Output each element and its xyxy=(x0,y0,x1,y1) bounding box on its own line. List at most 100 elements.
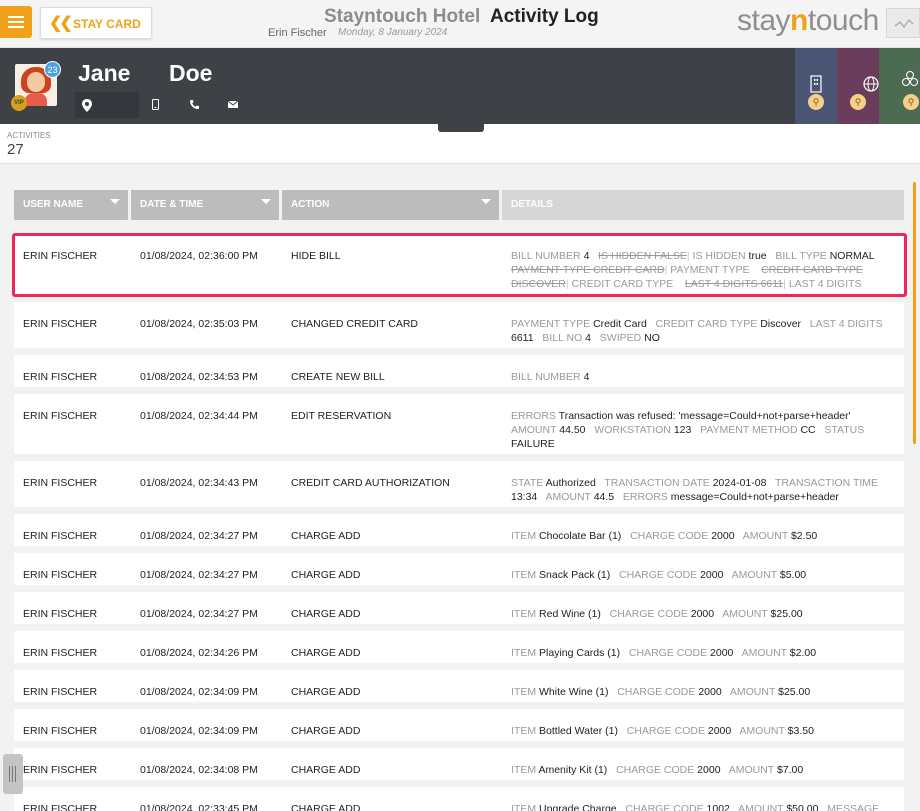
activity-log-page: ❮❮ STAY CARD Stayntouch Hotel Activity L… xyxy=(0,0,920,811)
detail-key: CHARGE CODE xyxy=(617,686,696,698)
detail-value: 4 xyxy=(585,332,592,344)
detail-value: Snack Pack (1) xyxy=(539,569,611,581)
detail-value: 4 xyxy=(583,371,590,383)
cell-user-name: ERIN FISCHER xyxy=(23,250,98,262)
table-row[interactable]: ERIN FISCHER 01/08/2024, 02:34:53 PM CREAT… xyxy=(14,355,904,387)
top-bar: ❮❮ STAY CARD Stayntouch Hotel Activity L… xyxy=(0,0,920,48)
table-row[interactable]: ERIN FISCHER 01/08/2024, 02:34:08 PM CHARG… xyxy=(14,748,904,780)
cluster-icon xyxy=(901,70,919,87)
detail-key: PAYMENT TYPE xyxy=(670,264,750,276)
activities-label: ACTIVITIES xyxy=(7,131,51,140)
detail-value: 2000 xyxy=(710,647,734,659)
menu-icon-bar xyxy=(8,26,24,28)
share-tab[interactable]: ⚲ xyxy=(879,48,920,124)
search-icon: ⚲ xyxy=(903,94,919,110)
table-row[interactable]: ERIN FISCHER 01/08/2024, 02:34:09 PM CHARG… xyxy=(14,670,904,702)
column-header-user-name[interactable]: USER NAME xyxy=(14,190,128,220)
cell-action: CHARGE ADD xyxy=(291,764,361,776)
table-row[interactable]: ERIN FISCHER 01/08/2024, 02:34:43 PM CREDI… xyxy=(14,461,904,507)
column-header-action[interactable]: ACTION xyxy=(282,190,499,220)
table-row[interactable]: ERIN FISCHER 01/08/2024, 02:34:27 PM CHARG… xyxy=(14,514,904,546)
cell-action: CHARGE ADD xyxy=(291,803,361,811)
detail-key: LAST 4 DIGITS xyxy=(788,278,862,290)
cell-details: ERRORS Transaction was refused: 'message… xyxy=(511,409,899,451)
table-row[interactable]: ERIN FISCHER 01/08/2024, 02:35:03 PM CHANG… xyxy=(14,302,904,348)
search-icon: ⚲ xyxy=(850,94,866,110)
detail-value: 2000 xyxy=(690,608,715,620)
detail-value: 123 xyxy=(673,424,692,436)
room-tab[interactable]: ⚲ xyxy=(795,48,837,124)
detail-key: ERRORS xyxy=(511,410,556,422)
column-header-details: DETAILS xyxy=(502,190,904,220)
detail-separator: | xyxy=(783,278,786,290)
menu-icon-bar xyxy=(8,21,24,23)
detail-key: LAST 4 DIGITS xyxy=(809,318,883,330)
detail-key: PAYMENT METHOD xyxy=(700,424,798,436)
table-row[interactable]: ERIN FISCHER 01/08/2024, 02:34:27 PM CHARG… xyxy=(14,592,904,624)
column-header-label: DATE & TIME xyxy=(140,199,204,210)
cell-date-time: 01/08/2024, 02:34:26 PM xyxy=(140,647,258,659)
cell-details: ITEM Bottled Water (1) CHARGE CODE 2000 … xyxy=(511,724,899,738)
detail-value: Authorized xyxy=(545,477,596,489)
chevron-down-icon xyxy=(110,199,120,204)
cell-date-time: 01/08/2024, 02:34:27 PM xyxy=(140,608,258,620)
cell-details: ITEM Snack Pack (1) CHARGE CODE 2000 AMO… xyxy=(511,568,899,582)
table-row[interactable]: ERIN FISCHER 01/08/2024, 02:34:44 PM EDIT … xyxy=(14,394,904,454)
mobile-icon[interactable] xyxy=(152,99,159,110)
cell-date-time: 01/08/2024, 02:34:09 PM xyxy=(140,686,258,698)
building-icon xyxy=(810,75,822,93)
table-row[interactable]: ERIN FISCHER 01/08/2024, 02:34:09 PM CHARG… xyxy=(14,709,904,741)
header-pull-tab[interactable] xyxy=(438,122,484,132)
table-row[interactable]: ERIN FISCHER 01/08/2024, 02:33:45 PM CHARG… xyxy=(14,787,904,811)
cell-user-name: ERIN FISCHER xyxy=(23,608,98,620)
column-header-label: USER NAME xyxy=(23,199,84,210)
cell-date-time: 01/08/2024, 02:34:53 PM xyxy=(140,371,258,383)
detail-separator: | xyxy=(565,278,569,290)
column-header-date-time[interactable]: DATE & TIME xyxy=(131,190,279,220)
user-name: Erin Fischer xyxy=(268,27,327,39)
activity-table: USER NAME DATE & TIME ACTION DETAILS ERI… xyxy=(0,164,920,811)
detail-value: FAILURE xyxy=(511,438,555,450)
detail-key: AMOUNT xyxy=(731,569,777,581)
location-field[interactable] xyxy=(75,92,139,118)
vip-badge: VIP xyxy=(11,95,27,111)
cell-details: ITEM Amenity Kit (1) CHARGE CODE 2000 AM… xyxy=(511,763,899,777)
guest-header: 23 VIP Jane Doe xyxy=(0,48,920,124)
stayntouch-logo: stayntouch xyxy=(737,4,879,38)
menu-button[interactable] xyxy=(0,6,32,38)
cell-action: CHARGE ADD xyxy=(291,569,361,581)
detail-value: $25.00 xyxy=(770,608,803,620)
detail-value: NORMAL xyxy=(829,250,875,262)
cell-details: ITEM Chocolate Bar (1) CHARGE CODE 2000 … xyxy=(511,529,899,543)
detail-value: 6611 xyxy=(511,332,534,344)
detail-value: Red Wine (1) xyxy=(539,608,601,620)
activity-chart-icon[interactable] xyxy=(886,8,920,38)
globe-tab[interactable]: ⚲ xyxy=(837,48,879,124)
detail-key: CHARGE CODE xyxy=(609,608,688,620)
side-drawer-handle[interactable] xyxy=(3,754,23,794)
cell-action: HIDE BILL xyxy=(291,250,341,262)
detail-key: CHARGE CODE xyxy=(626,725,705,737)
detail-value: Upgrade Charge xyxy=(539,803,617,811)
chevron-down-icon xyxy=(481,199,491,204)
cell-date-time: 01/08/2024, 02:34:44 PM xyxy=(140,410,258,422)
table-row[interactable]: ERIN FISCHER 01/08/2024, 02:34:27 PM CHARG… xyxy=(14,553,904,585)
detail-previous-value: IS HIDDEN FALSE xyxy=(598,250,687,262)
phone-icon[interactable] xyxy=(190,100,199,109)
detail-key: CHARGE CODE xyxy=(625,803,704,811)
cell-action: CHARGE ADD xyxy=(291,647,361,659)
scrollbar[interactable] xyxy=(913,182,916,444)
cell-user-name: ERIN FISCHER xyxy=(23,647,98,659)
stay-card-label: STAY CARD xyxy=(73,17,141,31)
table-row[interactable]: ERIN FISCHER 01/08/2024, 02:36:00 PM HIDE … xyxy=(14,234,904,296)
location-pin-icon xyxy=(82,99,92,112)
email-icon[interactable] xyxy=(228,101,238,108)
detail-previous-value: PAYMENT TYPE CREDIT CARD xyxy=(511,264,665,276)
detail-key: BILL NO xyxy=(542,332,583,344)
detail-value: $2.50 xyxy=(790,530,818,542)
avatar-body xyxy=(25,93,47,106)
detail-key: PAYMENT TYPE xyxy=(511,318,591,330)
stay-card-back-button[interactable]: ❮❮ STAY CARD xyxy=(40,7,152,39)
table-row[interactable]: ERIN FISCHER 01/08/2024, 02:34:26 PM CHARG… xyxy=(14,631,904,663)
detail-key: ITEM xyxy=(511,764,537,776)
